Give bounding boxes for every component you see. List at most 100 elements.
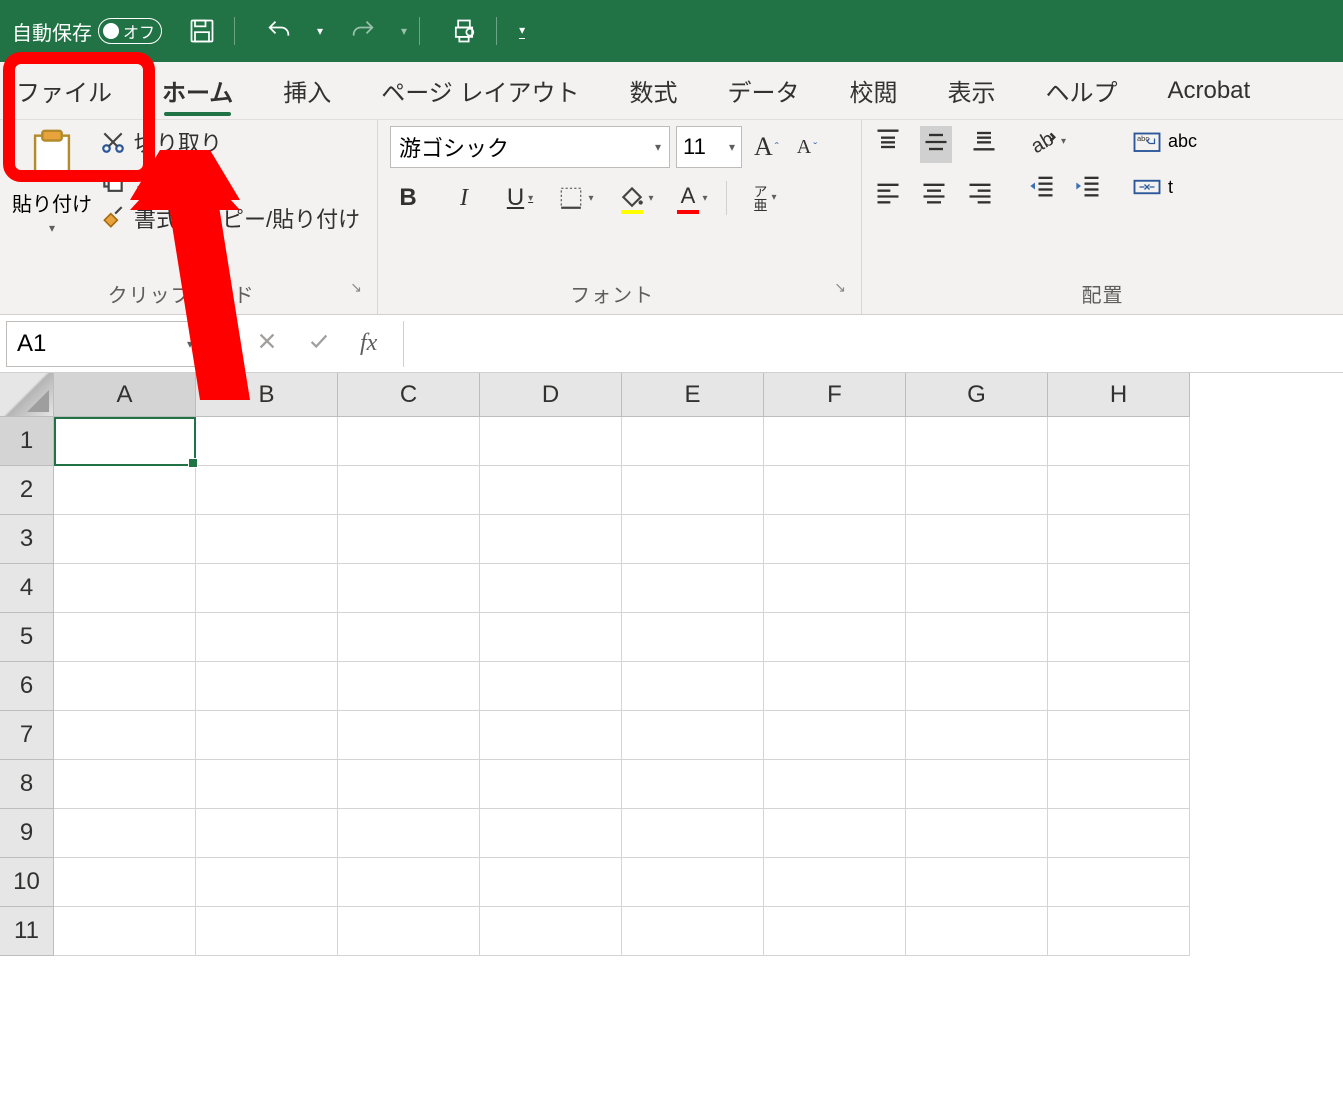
- cell[interactable]: [338, 564, 480, 613]
- cell[interactable]: [1048, 809, 1190, 858]
- cell[interactable]: [622, 809, 764, 858]
- row-header[interactable]: 10: [0, 858, 54, 907]
- cell[interactable]: [1048, 417, 1190, 466]
- row-header[interactable]: 9: [0, 809, 54, 858]
- tab-review[interactable]: 校閲: [843, 63, 903, 118]
- cell[interactable]: [480, 809, 622, 858]
- tab-home[interactable]: ホーム: [156, 63, 239, 118]
- cell[interactable]: [764, 515, 906, 564]
- cell[interactable]: [196, 564, 338, 613]
- cell[interactable]: [196, 760, 338, 809]
- cell[interactable]: [906, 858, 1048, 907]
- cell[interactable]: [1048, 907, 1190, 956]
- border-button[interactable]: ▾: [558, 180, 594, 216]
- cell[interactable]: [1048, 515, 1190, 564]
- row-header[interactable]: 6: [0, 662, 54, 711]
- cell[interactable]: [338, 662, 480, 711]
- cell[interactable]: [54, 907, 196, 956]
- font-name-selector[interactable]: 游ゴシック ▾: [390, 126, 670, 168]
- italic-button[interactable]: I: [446, 180, 482, 216]
- align-middle-button[interactable]: [920, 126, 952, 163]
- font-dialog-launcher[interactable]: ↘: [834, 279, 847, 296]
- phonetic-guide-button[interactable]: ア亜▾: [747, 180, 783, 216]
- cell[interactable]: [480, 417, 622, 466]
- wrap-text-button[interactable]: abc abc: [1132, 126, 1197, 156]
- row-header[interactable]: 7: [0, 711, 54, 760]
- cell[interactable]: [338, 515, 480, 564]
- merge-center-button[interactable]: t: [1132, 172, 1197, 202]
- row-header[interactable]: 1: [0, 417, 54, 466]
- paste-button[interactable]: 貼り付け ▾: [12, 126, 92, 235]
- clipboard-dialog-launcher[interactable]: ↘: [350, 279, 363, 296]
- cell[interactable]: [480, 858, 622, 907]
- redo-button[interactable]: [343, 11, 383, 51]
- cell[interactable]: [764, 809, 906, 858]
- row-header[interactable]: 5: [0, 613, 54, 662]
- row-header[interactable]: 8: [0, 760, 54, 809]
- cell[interactable]: [54, 466, 196, 515]
- col-header[interactable]: D: [480, 373, 622, 417]
- font-color-button[interactable]: A ▾: [670, 180, 706, 216]
- cell[interactable]: [480, 613, 622, 662]
- undo-button[interactable]: [259, 11, 299, 51]
- redo-dropdown[interactable]: ▾: [401, 24, 407, 38]
- cell[interactable]: [764, 564, 906, 613]
- row-header[interactable]: 3: [0, 515, 54, 564]
- cell[interactable]: [622, 466, 764, 515]
- cell[interactable]: [480, 760, 622, 809]
- name-box-dropdown-icon[interactable]: ▾: [187, 337, 193, 351]
- paste-dropdown-icon[interactable]: ▾: [49, 221, 55, 235]
- cell[interactable]: [764, 907, 906, 956]
- underline-button[interactable]: U▾: [502, 180, 538, 216]
- cell[interactable]: [196, 417, 338, 466]
- cell[interactable]: [764, 417, 906, 466]
- cell[interactable]: [906, 515, 1048, 564]
- cell[interactable]: [480, 466, 622, 515]
- cell[interactable]: [338, 417, 480, 466]
- undo-dropdown[interactable]: ▾: [317, 24, 323, 38]
- cell[interactable]: [54, 613, 196, 662]
- cell[interactable]: [54, 711, 196, 760]
- cell[interactable]: [54, 515, 196, 564]
- cell[interactable]: [54, 417, 196, 466]
- decrease-font-size-button[interactable]: Aˇ: [791, 136, 823, 159]
- cancel-formula-button[interactable]: [256, 330, 278, 357]
- col-header[interactable]: E: [622, 373, 764, 417]
- fill-color-button[interactable]: ▾: [614, 180, 650, 216]
- tab-file[interactable]: ファイル: [10, 63, 118, 118]
- cell[interactable]: [196, 613, 338, 662]
- cell[interactable]: [338, 858, 480, 907]
- tab-help[interactable]: ヘルプ: [1039, 63, 1123, 118]
- increase-indent-button[interactable]: [1074, 172, 1102, 205]
- name-box[interactable]: A1 ▾: [6, 321, 204, 367]
- cell[interactable]: [906, 662, 1048, 711]
- cell[interactable]: [196, 809, 338, 858]
- cell[interactable]: [906, 466, 1048, 515]
- cell[interactable]: [54, 564, 196, 613]
- col-header[interactable]: C: [338, 373, 480, 417]
- cell[interactable]: [338, 613, 480, 662]
- cell[interactable]: [196, 711, 338, 760]
- align-center-button[interactable]: [920, 179, 948, 212]
- insert-function-button[interactable]: fx: [360, 330, 377, 357]
- align-top-button[interactable]: [874, 126, 902, 163]
- formula-input[interactable]: [403, 321, 1343, 367]
- cell[interactable]: [338, 809, 480, 858]
- cell[interactable]: [622, 417, 764, 466]
- cell[interactable]: [622, 907, 764, 956]
- cell[interactable]: [906, 711, 1048, 760]
- cell[interactable]: [764, 760, 906, 809]
- cell[interactable]: [764, 858, 906, 907]
- cell[interactable]: [764, 613, 906, 662]
- cell[interactable]: [338, 466, 480, 515]
- decrease-indent-button[interactable]: [1028, 172, 1056, 205]
- cell[interactable]: [196, 662, 338, 711]
- cell[interactable]: [764, 711, 906, 760]
- cell[interactable]: [622, 613, 764, 662]
- orientation-button[interactable]: ab▾: [1028, 126, 1102, 156]
- cell[interactable]: [196, 515, 338, 564]
- align-left-button[interactable]: [874, 179, 902, 212]
- tab-formulas[interactable]: 数式: [623, 63, 683, 118]
- cell[interactable]: [54, 760, 196, 809]
- qat-customize-dropdown[interactable]: ▾: [519, 23, 525, 39]
